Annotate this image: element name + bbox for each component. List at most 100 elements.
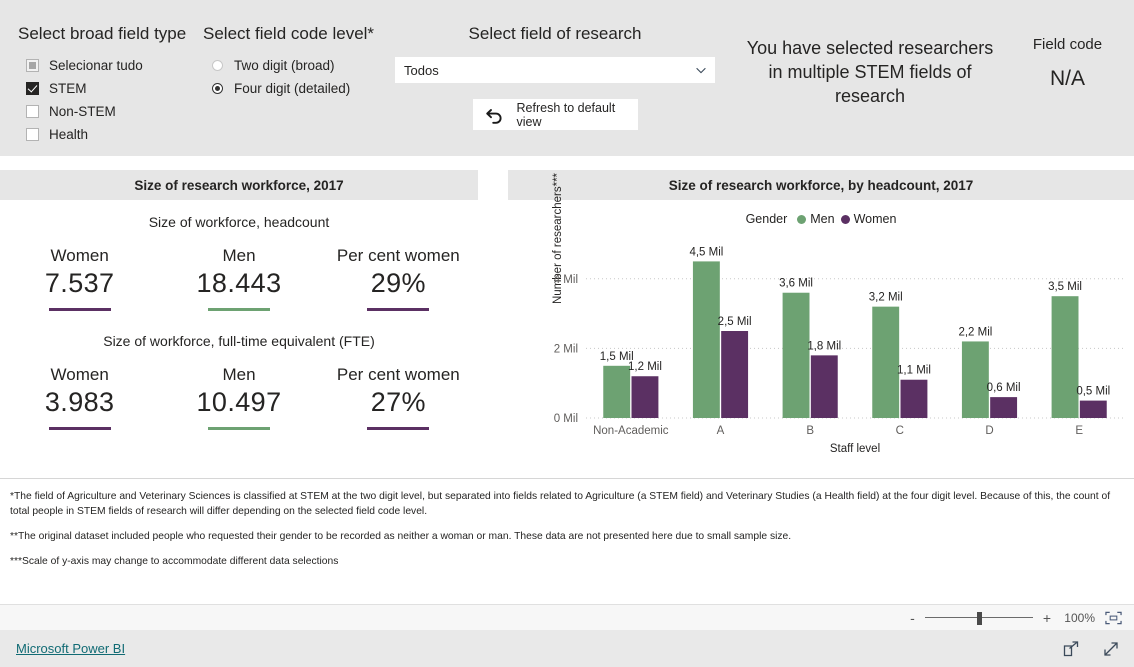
checkbox-label: Selecionar tudo xyxy=(49,58,143,73)
field-code-level-title: Select field code level* xyxy=(203,24,375,43)
kpi-value: 29% xyxy=(370,268,426,298)
zoom-in-button[interactable]: + xyxy=(1043,610,1051,626)
field-code-card: Field code N/A xyxy=(1005,36,1130,91)
kpi-label: Per cent women xyxy=(336,365,460,384)
checkbox-partial-icon[interactable] xyxy=(26,59,39,72)
svg-text:B: B xyxy=(806,425,814,437)
footnotes: *The field of Agriculture and Veterinary… xyxy=(0,478,1134,579)
refresh-button-label: Refresh to default view xyxy=(516,100,616,129)
workforce-size-panel: Size of research workforce, 2017 Size of… xyxy=(0,170,478,470)
footnote-3: ***Scale of y-axis may change to accommo… xyxy=(10,556,339,567)
broad-field-checkbox-list: Selecionar tudo STEM Non-STEM Health xyxy=(18,56,186,144)
kpi-accent-bar xyxy=(367,308,430,311)
bar-chart-svg[interactable]: 0 Mil2 Mil4 Mil1,5 Mil1,2 MilNon-Academi… xyxy=(508,226,1134,476)
legend-label: Women xyxy=(853,212,897,226)
kpi-percent-women-headcount: Per cent women 29% xyxy=(319,246,478,311)
checkbox-label: Health xyxy=(49,127,89,142)
checkbox-select-all[interactable]: Selecionar tudo xyxy=(18,56,186,75)
svg-text:3,6 Mil: 3,6 Mil xyxy=(779,278,813,290)
field-code-level-radio-list: Two digit (broad) Four digit (detailed) xyxy=(203,56,374,98)
kpi-value: 27% xyxy=(370,387,426,417)
svg-text:Non-Academic: Non-Academic xyxy=(593,425,669,437)
svg-text:0,6 Mil: 0,6 Mil xyxy=(987,382,1021,394)
refresh-to-default-view-button[interactable]: Refresh to default view xyxy=(472,99,638,130)
svg-text:4,5 Mil: 4,5 Mil xyxy=(689,246,723,258)
checkbox-label: Non-STEM xyxy=(49,104,116,119)
svg-text:1,2 Mil: 1,2 Mil xyxy=(628,361,662,373)
kpi-label: Men xyxy=(222,365,256,384)
svg-text:2,2 Mil: 2,2 Mil xyxy=(958,326,992,338)
filter-bar: Select broad field type Selecionar tudo … xyxy=(0,0,1134,156)
svg-text:0 Mil: 0 Mil xyxy=(554,413,578,425)
svg-text:2 Mil: 2 Mil xyxy=(554,343,578,355)
svg-text:3,2 Mil: 3,2 Mil xyxy=(869,292,903,304)
legend-item-women[interactable]: Women xyxy=(840,212,897,226)
broad-field-filter: Select broad field type Selecionar tudo … xyxy=(18,24,186,148)
checkbox-stem[interactable]: STEM xyxy=(18,79,186,98)
selection-message-text: You have selected researchers in multipl… xyxy=(746,38,994,106)
kpi-value: 7.537 xyxy=(44,268,115,298)
powerbi-report: Select broad field type Selecionar tudo … xyxy=(0,0,1134,667)
share-icon[interactable] xyxy=(1062,640,1080,658)
legend-swatch-icon xyxy=(840,214,850,224)
radio-label: Two digit (broad) xyxy=(234,58,335,73)
fullscreen-icon[interactable] xyxy=(1102,640,1120,658)
kpi-women-fte: Women 3.983 xyxy=(0,365,159,430)
svg-text:3,5 Mil: 3,5 Mil xyxy=(1048,281,1082,293)
workforce-size-panel-title: Size of research workforce, 2017 xyxy=(0,170,478,200)
kpi-value: 18.443 xyxy=(196,268,282,298)
broad-field-title: Select broad field type xyxy=(18,24,187,43)
fte-kpi-block: Size of workforce, full-time equivalent … xyxy=(0,333,478,430)
kpi-men-headcount: Men 18.443 xyxy=(159,246,318,311)
radio-label: Four digit (detailed) xyxy=(234,81,351,96)
kpi-value: 10.497 xyxy=(196,387,282,417)
svg-text:A: A xyxy=(717,425,725,437)
checkbox-empty-icon[interactable] xyxy=(26,105,39,118)
svg-text:4 Mil: 4 Mil xyxy=(554,274,578,286)
kpi-accent-bar xyxy=(367,427,430,430)
dropdown-selected-value: Todos xyxy=(404,62,439,78)
legend-item-men[interactable]: Men xyxy=(797,212,835,226)
checkbox-empty-icon[interactable] xyxy=(26,128,39,141)
checkbox-checked-icon[interactable] xyxy=(26,82,39,95)
kpi-percent-women-fte: Per cent women 27% xyxy=(319,365,478,430)
fit-to-screen-icon[interactable] xyxy=(1105,611,1122,625)
headcount-kpi-row: Women 7.537 Men 18.443 Per cent women 29… xyxy=(0,246,478,311)
legend-label: Men xyxy=(810,212,835,226)
checkbox-label: STEM xyxy=(49,81,87,96)
radio-four-digit[interactable]: Four digit (detailed) xyxy=(203,79,374,98)
powerbi-brand-link[interactable]: Microsoft Power BI xyxy=(16,641,125,656)
field-code-level-filter: Select field code level* Two digit (broa… xyxy=(203,24,374,102)
zoom-slider[interactable] xyxy=(924,611,1033,625)
undo-arrow-icon xyxy=(485,108,501,124)
kpi-accent-bar xyxy=(207,427,270,430)
footnote-2: **The original dataset included people w… xyxy=(10,531,792,542)
headcount-chart-panel: Size of research workforce, by headcount… xyxy=(508,170,1134,470)
kpi-accent-bar xyxy=(48,427,111,430)
kpi-accent-bar xyxy=(207,308,270,311)
svg-text:Staff level: Staff level xyxy=(830,443,880,455)
footer-actions xyxy=(1062,640,1120,658)
svg-text:C: C xyxy=(896,425,904,437)
svg-text:D: D xyxy=(985,425,993,437)
zoom-level-value: 100% xyxy=(1064,610,1095,625)
field-of-research-filter: Select field of research Todos Refresh t… xyxy=(395,24,715,130)
radio-selected-icon[interactable] xyxy=(212,83,223,94)
bar-chart: Number of researchers*** 0 Mil 2 Mil 4 Mil… xyxy=(508,173,1134,476)
kpi-value: 3.983 xyxy=(44,387,115,417)
headcount-caption: Size of workforce, headcount xyxy=(148,214,330,230)
footnote-1: *The field of Agriculture and Veterinary… xyxy=(10,491,1111,517)
checkbox-non-stem[interactable]: Non-STEM xyxy=(18,102,186,121)
svg-text:2,5 Mil: 2,5 Mil xyxy=(718,316,752,328)
radio-empty-icon[interactable] xyxy=(212,60,223,71)
field-of-research-title: Select field of research xyxy=(468,24,642,43)
headcount-chart-panel-title: Size of research workforce, by headcount… xyxy=(508,170,1134,200)
zoom-slider-thumb[interactable] xyxy=(976,611,982,625)
selection-message: You have selected researchers in multipl… xyxy=(745,36,995,108)
chart-legend: Gender Men Women xyxy=(508,212,1134,226)
checkbox-health[interactable]: Health xyxy=(18,125,186,144)
field-of-research-dropdown[interactable]: Todos xyxy=(395,57,715,83)
radio-two-digit[interactable]: Two digit (broad) xyxy=(203,56,374,75)
kpi-label: Per cent women xyxy=(336,246,460,265)
zoom-out-button[interactable]: - xyxy=(910,610,915,626)
